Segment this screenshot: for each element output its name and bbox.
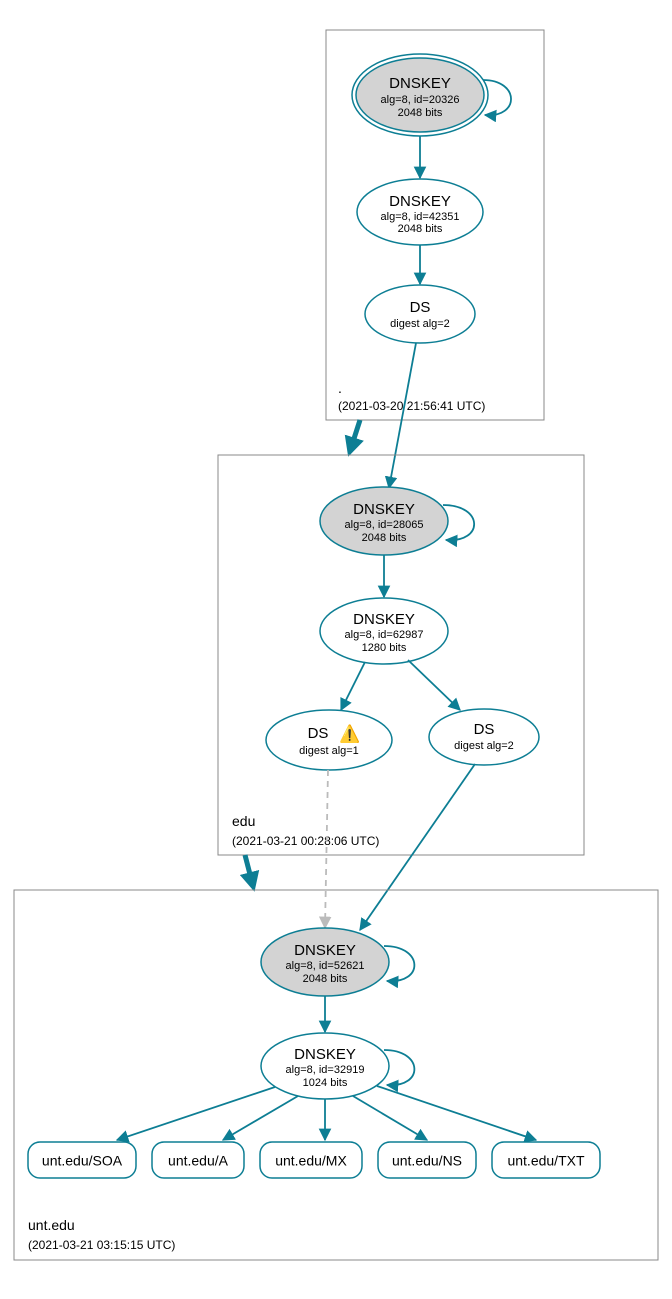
node-edu-ksk-title: DNSKEY [353, 501, 415, 518]
edge-edu-zsk-to-dswarn [341, 662, 365, 710]
rr-a-label: unt.edu/A [168, 1153, 229, 1169]
node-edu-ds-warn: DS ⚠️ digest alg=1 [266, 710, 392, 770]
rr-soa: unt.edu/SOA [28, 1142, 136, 1178]
edge-zsk-to-a [223, 1096, 298, 1140]
node-unt-ksk-line1: alg=8, id=52621 [286, 960, 365, 972]
node-unt-zsk-title: DNSKEY [294, 1046, 356, 1063]
zone-root-label: . [338, 380, 342, 396]
node-unt-zsk-line2: 1024 bits [303, 1077, 348, 1089]
node-root-zsk-line1: alg=8, id=42351 [381, 211, 460, 223]
rr-soa-label: unt.edu/SOA [42, 1153, 123, 1169]
zone-edu-timestamp: (2021-03-21 00:28:06 UTC) [232, 834, 379, 848]
node-unt-ksk: DNSKEY alg=8, id=52621 2048 bits [261, 928, 414, 996]
zone-unt-label: unt.edu [28, 1217, 75, 1233]
node-root-zsk-line2: 2048 bits [398, 223, 443, 235]
edge-edu-zsk-to-ds [408, 660, 460, 710]
node-edu-ksk-line2: 2048 bits [362, 532, 407, 544]
node-root-ds: DS digest alg=2 [365, 285, 475, 343]
edge-zsk-to-soa [117, 1087, 275, 1140]
rr-mx-label: unt.edu/MX [275, 1153, 347, 1169]
node-edu-ksk-line1: alg=8, id=28065 [345, 519, 424, 531]
node-edu-ds-title: DS [474, 721, 495, 738]
node-edu-ds-line1: digest alg=2 [454, 740, 514, 752]
rr-ns: unt.edu/NS [378, 1142, 476, 1178]
node-edu-zsk-line1: alg=8, id=62987 [345, 629, 424, 641]
edge-delegation-root-edu [350, 420, 360, 451]
node-unt-ksk-line2: 2048 bits [303, 973, 348, 985]
node-root-ksk-line1: alg=8, id=20326 [381, 94, 460, 106]
node-root-zsk: DNSKEY alg=8, id=42351 2048 bits [357, 179, 483, 245]
node-edu-zsk: DNSKEY alg=8, id=62987 1280 bits [320, 598, 448, 664]
zone-unt-timestamp: (2021-03-21 03:15:15 UTC) [28, 1238, 175, 1252]
edge-delegation-edu-unt [245, 855, 253, 886]
node-edu-zsk-title: DNSKEY [353, 611, 415, 628]
rr-mx: unt.edu/MX [260, 1142, 362, 1178]
edge-edu-dswarn-to-unt-ksk [325, 770, 328, 928]
node-root-ksk-title: DNSKEY [389, 75, 451, 92]
rr-txt-label: unt.edu/TXT [507, 1153, 584, 1169]
edge-zsk-to-txt [377, 1086, 536, 1140]
node-root-ds-title: DS [410, 299, 431, 316]
edge-zsk-to-ns [353, 1096, 427, 1140]
node-edu-zsk-line2: 1280 bits [362, 642, 407, 654]
dnssec-graph: . (2021-03-20 21:56:41 UTC) DNSKEY alg=8… [0, 0, 672, 1299]
node-root-zsk-title: DNSKEY [389, 193, 451, 210]
node-edu-ds: DS digest alg=2 [429, 709, 539, 765]
node-edu-ds-warn-line1: digest alg=1 [299, 745, 359, 757]
node-root-ds-line1: digest alg=2 [390, 318, 450, 330]
node-edu-ds-warn-title: DS [308, 725, 329, 742]
rr-txt: unt.edu/TXT [492, 1142, 600, 1178]
warning-icon: ⚠️ [339, 723, 360, 743]
node-unt-zsk: DNSKEY alg=8, id=32919 1024 bits [261, 1033, 414, 1099]
zone-edu-label: edu [232, 813, 255, 829]
zone-root-timestamp: (2021-03-20 21:56:41 UTC) [338, 399, 485, 413]
rr-a: unt.edu/A [152, 1142, 244, 1178]
rr-ns-label: unt.edu/NS [392, 1153, 462, 1169]
node-edu-ksk: DNSKEY alg=8, id=28065 2048 bits [320, 487, 474, 555]
node-unt-zsk-line1: alg=8, id=32919 [286, 1064, 365, 1076]
edge-root-ds-to-edu-ksk [389, 343, 416, 488]
node-root-ksk-line2: 2048 bits [398, 107, 443, 119]
node-unt-ksk-title: DNSKEY [294, 942, 356, 959]
node-root-ksk: DNSKEY alg=8, id=20326 2048 bits [352, 54, 511, 136]
